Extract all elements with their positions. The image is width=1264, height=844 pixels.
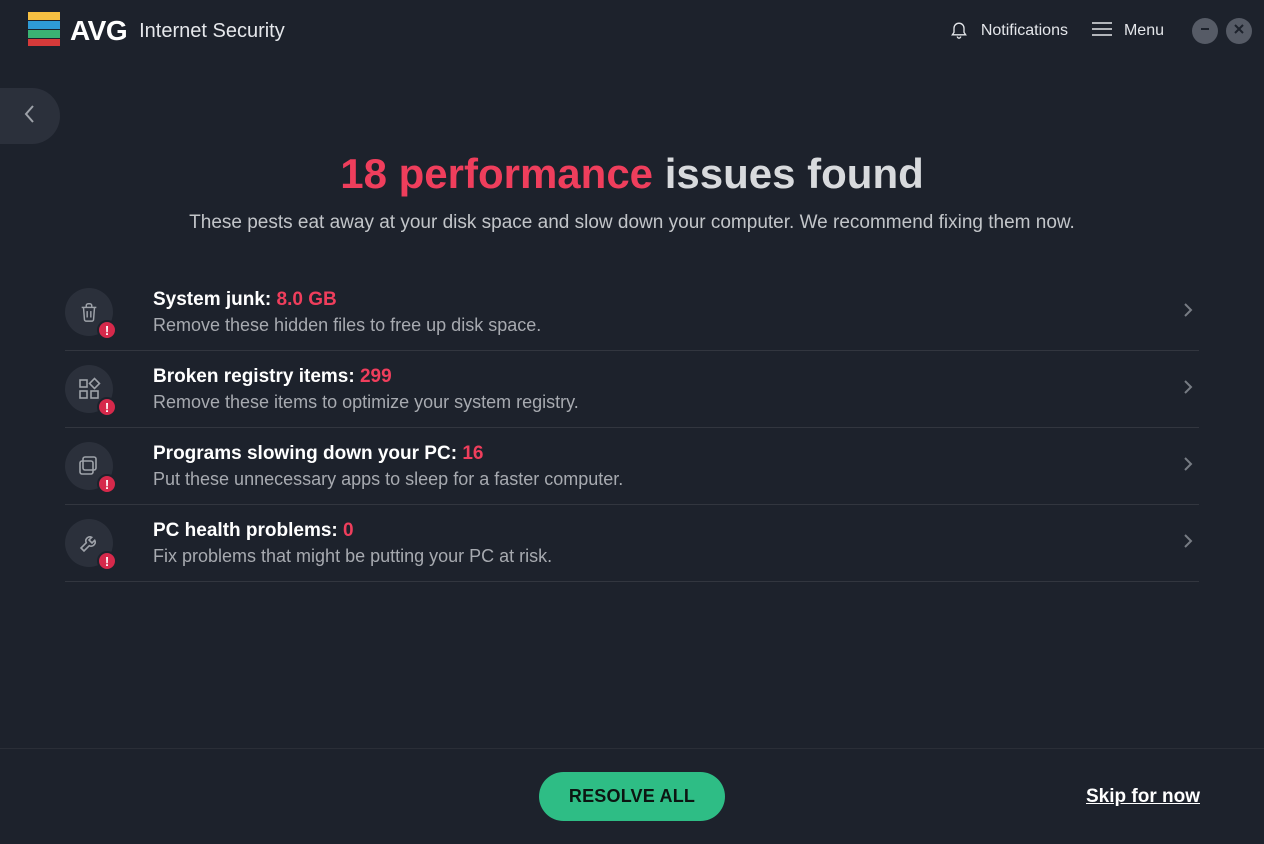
bell-icon xyxy=(949,18,969,45)
headline-accent: 18 performance xyxy=(340,150,653,197)
issue-value: 16 xyxy=(462,443,483,464)
chevron-right-icon xyxy=(1183,456,1193,477)
brand-sub: Internet Security xyxy=(139,20,285,43)
menu-label: Menu xyxy=(1124,22,1164,40)
issue-row-programs[interactable]: ! Programs slowing down your PC: 16 Put … xyxy=(65,428,1199,505)
resolve-all-button[interactable]: RESOLVE ALL xyxy=(539,772,725,821)
issue-value: 0 xyxy=(343,520,354,541)
issue-desc: Remove these items to optimize your syst… xyxy=(153,392,1183,413)
chevron-right-icon xyxy=(1183,302,1193,323)
page-subtitle: These pests eat away at your disk space … xyxy=(0,212,1264,234)
issue-label: System junk: xyxy=(153,289,271,310)
issues-list: ! System junk: 8.0 GB Remove these hidde… xyxy=(65,274,1199,582)
close-button[interactable] xyxy=(1226,18,1252,44)
app-header: AVG Internet Security Notifications Menu xyxy=(0,0,1264,62)
chevron-left-icon xyxy=(23,104,37,129)
alert-badge-icon: ! xyxy=(97,551,117,571)
hamburger-icon xyxy=(1092,21,1112,42)
issue-row-health[interactable]: ! PC health problems: 0 Fix problems tha… xyxy=(65,505,1199,582)
brand: AVG Internet Security xyxy=(28,12,285,51)
page-title: 18 performance issues found xyxy=(0,150,1264,198)
notifications-button[interactable]: Notifications xyxy=(949,18,1068,45)
issue-desc: Fix problems that might be putting your … xyxy=(153,546,1183,567)
main-content: 18 performance issues found These pests … xyxy=(0,62,1264,582)
issue-value: 8.0 GB xyxy=(277,289,337,310)
alert-badge-icon: ! xyxy=(97,397,117,417)
issue-desc: Put these unnecessary apps to sleep for … xyxy=(153,469,1183,490)
avg-logo-icon xyxy=(28,12,60,51)
footer-bar: RESOLVE ALL Skip for now xyxy=(0,748,1264,844)
issue-label: Broken registry items: xyxy=(153,366,355,387)
issue-row-registry[interactable]: ! Broken registry items: 299 Remove thes… xyxy=(65,351,1199,428)
close-icon xyxy=(1233,22,1245,40)
skip-for-now-link[interactable]: Skip for now xyxy=(1086,786,1200,808)
issue-value: 299 xyxy=(360,366,392,387)
alert-badge-icon: ! xyxy=(97,474,117,494)
issue-label: PC health problems: xyxy=(153,520,338,541)
chevron-right-icon xyxy=(1183,533,1193,554)
minimize-button[interactable] xyxy=(1192,18,1218,44)
headline-rest: issues found xyxy=(665,150,924,197)
alert-badge-icon: ! xyxy=(97,320,117,340)
chevron-right-icon xyxy=(1183,379,1193,400)
menu-button[interactable]: Menu xyxy=(1092,21,1164,42)
issue-desc: Remove these hidden files to free up dis… xyxy=(153,315,1183,336)
issue-label: Programs slowing down your PC: xyxy=(153,443,457,464)
notifications-label: Notifications xyxy=(981,22,1068,40)
minimize-icon xyxy=(1199,22,1211,40)
brand-name: AVG xyxy=(70,15,127,47)
back-button[interactable] xyxy=(0,88,60,144)
issue-row-system-junk[interactable]: ! System junk: 8.0 GB Remove these hidde… xyxy=(65,274,1199,351)
